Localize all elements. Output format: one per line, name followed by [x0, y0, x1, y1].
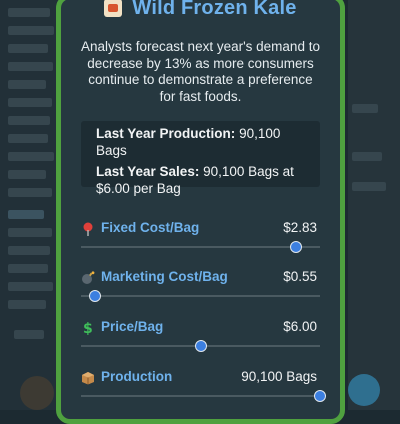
price-value: $6.00 — [283, 319, 317, 334]
background-text-line — [8, 134, 48, 143]
background-text-line — [8, 170, 46, 179]
production-slider[interactable]: Production 90,100 Bags — [81, 369, 326, 411]
svg-text:$: $ — [83, 321, 93, 335]
background-text-line — [8, 282, 53, 291]
package-icon — [81, 371, 95, 385]
marketing-cost-thumb[interactable] — [89, 290, 102, 302]
background-text-line — [8, 228, 52, 237]
background-text-line — [8, 80, 46, 89]
production-stat-row: Last Year Production: 90,100 Bags — [96, 125, 312, 159]
last-year-stats-box: Last Year Production: 90,100 Bags Last Y… — [81, 121, 320, 196]
price-track[interactable] — [81, 340, 320, 352]
forecast-description: Analysts forecast next year's demand to … — [81, 39, 320, 104]
dialog-header: Wild Frozen Kale — [61, 0, 340, 21]
dollar-icon: $ — [81, 321, 95, 335]
background-round-button — [20, 376, 54, 410]
background-right-panel — [348, 0, 400, 410]
background-text-line — [352, 152, 382, 161]
background-text-line — [8, 264, 48, 273]
production-track[interactable] — [81, 390, 326, 402]
production-stat-label: Last Year Production: — [96, 126, 236, 141]
background-text-line — [8, 116, 50, 125]
bomb-icon — [81, 271, 95, 285]
background-text-line — [8, 44, 48, 53]
sales-stat-label: Last Year Sales: — [96, 164, 200, 179]
fixed-cost-thumb[interactable] — [290, 241, 303, 253]
background-text-line — [8, 188, 52, 197]
production-value: 90,100 Bags — [241, 369, 317, 384]
fixed-cost-track[interactable] — [81, 241, 320, 253]
fixed-cost-value: $2.83 — [283, 220, 317, 235]
background-text-line — [8, 152, 54, 161]
marketing-cost-track[interactable] — [81, 290, 320, 302]
production-label: Production — [101, 369, 173, 384]
background-text-line — [8, 62, 53, 71]
price-slider[interactable]: $ Price/Bag $6.00 — [81, 319, 320, 361]
product-decision-dialog: Wild Frozen Kale Analysts forecast next … — [56, 0, 345, 424]
marketing-cost-slider[interactable]: Marketing Cost/Bag $0.55 — [81, 269, 320, 311]
sales-stat-row: Last Year Sales: 90,100 Bags at $6.00 pe… — [96, 163, 312, 197]
background-text-line — [352, 182, 386, 191]
fixed-cost-label: Fixed Cost/Bag — [101, 220, 200, 235]
background-text-line — [8, 98, 52, 107]
background-heading-line — [8, 210, 44, 219]
price-thumb[interactable] — [194, 340, 207, 352]
pushpin-icon — [81, 222, 95, 236]
background-toggle — [14, 330, 44, 339]
production-thumb[interactable] — [314, 390, 326, 402]
dialog-title: Wild Frozen Kale — [132, 0, 297, 19]
marketing-cost-label: Marketing Cost/Bag — [101, 269, 228, 284]
background-text-line — [8, 246, 50, 255]
background-text-line — [8, 300, 46, 309]
kale-box-icon — [104, 0, 123, 17]
background-text-line — [8, 8, 50, 17]
price-label: Price/Bag — [101, 319, 164, 334]
background-text-line — [352, 104, 378, 113]
background-text-line — [8, 26, 54, 35]
background-round-button — [348, 374, 380, 406]
marketing-cost-value: $0.55 — [283, 269, 317, 284]
fixed-cost-slider[interactable]: Fixed Cost/Bag $2.83 — [81, 220, 320, 262]
